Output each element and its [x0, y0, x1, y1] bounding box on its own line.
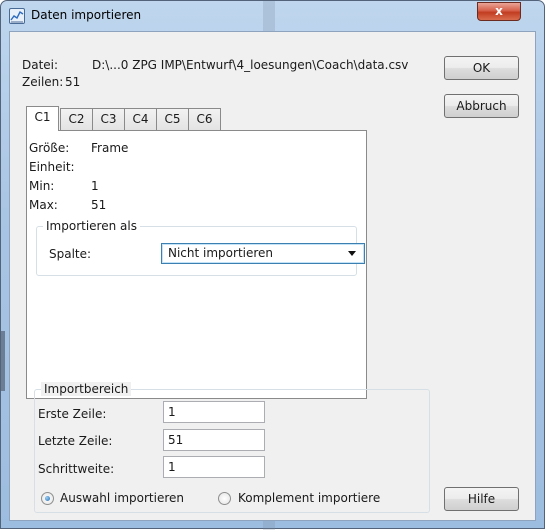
background-edge: [1, 331, 5, 391]
rows-label: Zeilen:: [22, 75, 64, 89]
unit-label: Einheit:: [29, 160, 75, 174]
tab-c5[interactable]: C5: [156, 108, 189, 130]
ok-button[interactable]: OK: [444, 56, 519, 80]
tab-c1[interactable]: C1: [26, 106, 59, 131]
first-row-label: Erste Zeile:: [38, 407, 107, 421]
min-value: 1: [91, 179, 99, 193]
tab-c4[interactable]: C4: [124, 108, 157, 130]
chart-icon: [9, 8, 25, 24]
import-complement-label[interactable]: Komplement importiere: [238, 491, 426, 505]
import-range-legend: Importbereich: [41, 382, 132, 396]
title-bar[interactable]: Daten importieren x: [1, 1, 544, 31]
import-selection-label[interactable]: Auswahl importieren: [60, 491, 184, 505]
column-type-select[interactable]: Nicht importieren: [161, 243, 365, 264]
close-icon: x: [495, 4, 503, 18]
import-as-legend: Importieren als: [43, 219, 140, 233]
step-label: Schrittweite:: [38, 462, 115, 476]
size-label: Größe:: [29, 141, 70, 155]
max-value: 51: [91, 198, 107, 212]
tab-c3[interactable]: C3: [92, 108, 125, 130]
cancel-button[interactable]: Abbruch: [444, 94, 519, 118]
close-button[interactable]: x: [477, 2, 521, 21]
dialog-window: Daten importieren x Datei: D:\...0 ZPG I…: [0, 0, 545, 530]
radio-selected-dot: [45, 496, 50, 501]
window-title: Daten importieren: [31, 8, 142, 22]
chevron-down-icon: [348, 251, 356, 256]
import-selection-radio[interactable]: [41, 492, 54, 505]
import-complement-radio[interactable]: [218, 492, 231, 505]
column-type-value: Nicht importieren: [168, 246, 274, 260]
tab-panel: Größe: Frame Einheit: Min: 1 Max: 51 Imp…: [26, 130, 367, 399]
last-row-input[interactable]: 51: [163, 429, 265, 451]
size-value: Frame: [91, 141, 129, 155]
file-path: D:\...0 ZPG IMP\Entwurf\4_loesungen\Coac…: [92, 58, 409, 72]
tab-c2[interactable]: C2: [60, 108, 93, 130]
rows-count: 51: [65, 75, 81, 89]
help-button[interactable]: Hilfe: [444, 487, 519, 511]
dialog-body: Datei: D:\...0 ZPG IMP\Entwurf\4_loesung…: [9, 31, 536, 521]
file-label: Datei:: [22, 58, 59, 72]
max-label: Max:: [29, 198, 58, 212]
column-type-label: Spalte:: [49, 247, 92, 261]
tab-c6[interactable]: C6: [188, 108, 221, 130]
first-row-input[interactable]: 1: [163, 401, 265, 423]
import-as-group: Importieren als Spalte: Nicht importiere…: [36, 219, 365, 276]
step-input[interactable]: 1: [163, 456, 265, 478]
import-range-group: Importbereich Erste Zeile: 1 Letzte Zeil…: [34, 382, 430, 513]
last-row-label: Letzte Zeile:: [38, 434, 113, 448]
min-label: Min:: [29, 179, 55, 193]
